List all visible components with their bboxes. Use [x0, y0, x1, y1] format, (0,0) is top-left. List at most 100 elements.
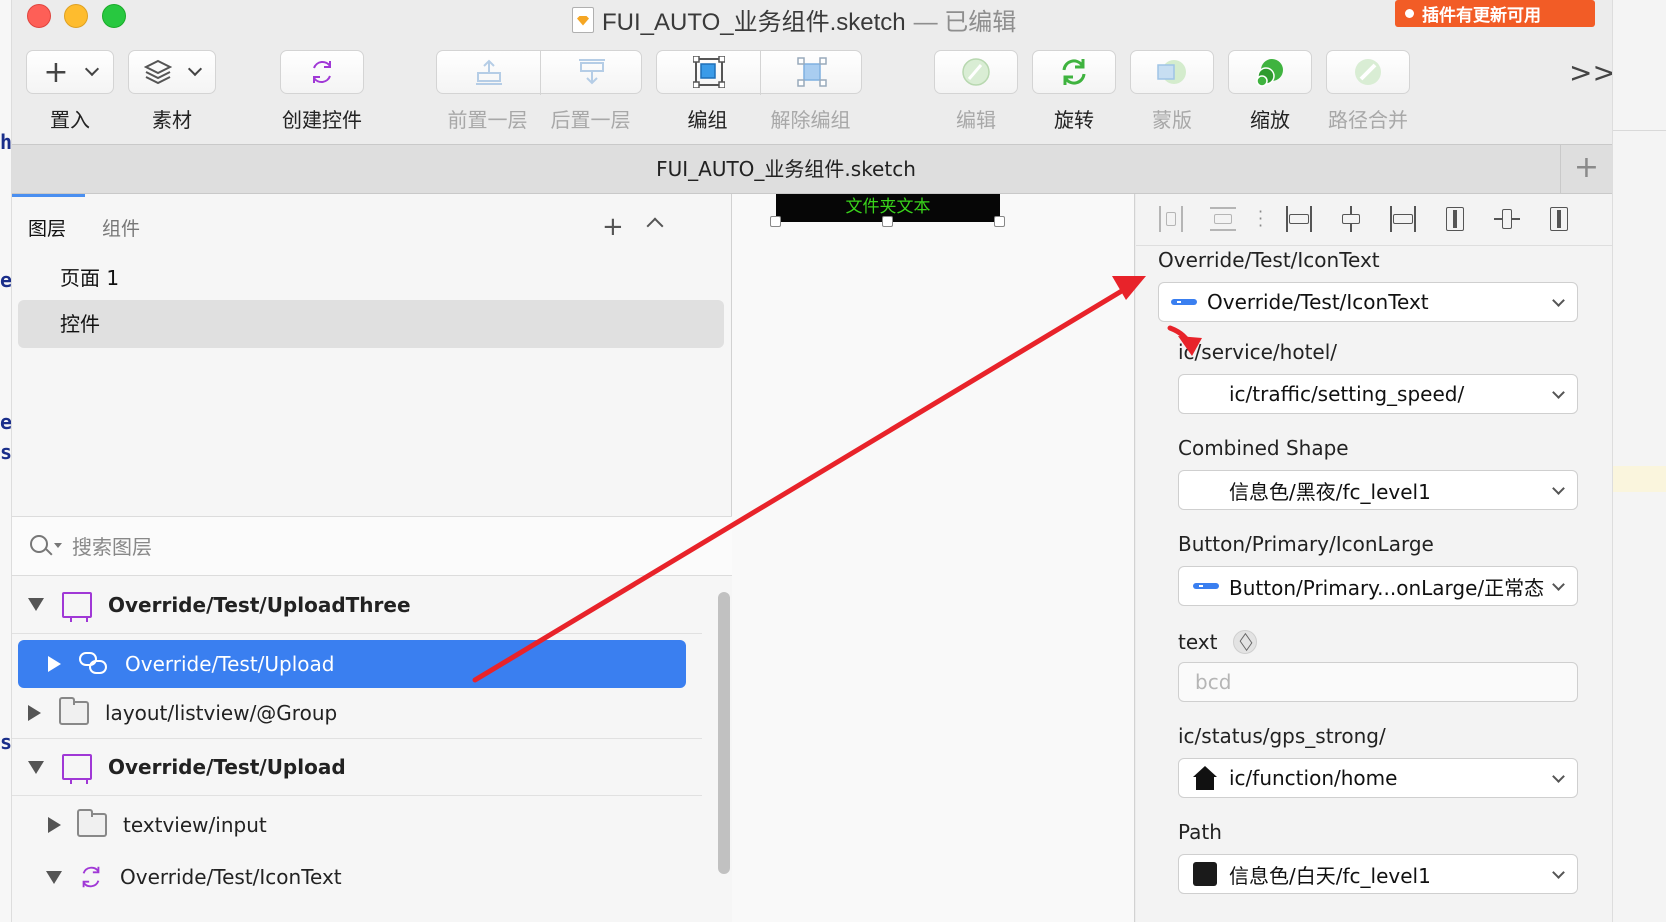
- ungroup-button[interactable]: [761, 51, 863, 93]
- mask-label: 蒙版: [1152, 108, 1192, 132]
- editor-glyph: s: [0, 730, 12, 754]
- search-icon[interactable]: [30, 535, 48, 553]
- align-vertical-center-icon[interactable]: [1494, 206, 1520, 232]
- override-label: Combined Shape: [1178, 436, 1349, 460]
- sketch-window: FUI_AUTO_业务组件.sketch — 已编辑 插件有更新可用 + 置入 …: [12, 0, 1612, 922]
- minimize-window-button[interactable]: [64, 4, 88, 28]
- background-editor-right: [1612, 0, 1666, 922]
- artboard-icon: [62, 754, 92, 784]
- override-select[interactable]: Button/Primary...onLarge/正常态: [1178, 566, 1578, 606]
- insert-button[interactable]: +: [26, 50, 114, 94]
- override-select[interactable]: 信息色/黑夜/fc_level1: [1178, 470, 1578, 510]
- layer-search-input[interactable]: [72, 531, 672, 563]
- align-top-icon[interactable]: [1442, 206, 1468, 232]
- scale-button[interactable]: [1228, 50, 1312, 94]
- symbol-chip-icon: [1171, 299, 1197, 305]
- override-value: Button/Primary...onLarge/正常态: [1229, 575, 1545, 600]
- send-backward-label: 后置一层: [550, 108, 631, 132]
- layer-name: textview/input: [123, 813, 267, 837]
- override-select[interactable]: ic/function/home: [1178, 758, 1578, 798]
- disclosure-closed-icon[interactable]: [28, 705, 41, 721]
- resize-handle[interactable]: [770, 216, 781, 227]
- layer-row-symbol[interactable]: Override/Test/IconText: [12, 852, 702, 902]
- override-label: text: [1178, 630, 1218, 654]
- document-tab[interactable]: FUI_AUTO_业务组件.sketch: [12, 145, 1560, 193]
- disclosure-open-icon[interactable]: [28, 598, 44, 611]
- more-options-icon[interactable]: · · ·: [1258, 204, 1263, 234]
- override-value: ic/function/home: [1229, 766, 1398, 790]
- override-label: Path: [1178, 820, 1222, 844]
- layer-row-artboard[interactable]: Override/Test/UploadThree: [12, 576, 702, 634]
- path-combine-button[interactable]: [1326, 50, 1410, 94]
- chevron-down-icon: [1552, 294, 1565, 307]
- layer-row-group[interactable]: layout/listview/@Group: [12, 688, 702, 738]
- disclosure-open-icon[interactable]: [28, 760, 44, 774]
- chevron-down-icon: [1552, 770, 1565, 783]
- tab-layers[interactable]: 图层: [28, 214, 66, 241]
- distribute-vertical-icon[interactable]: [1210, 206, 1236, 232]
- mask-button[interactable]: [1130, 50, 1214, 94]
- create-symbol-button[interactable]: [280, 50, 364, 94]
- symbol-master-value: Override/Test/IconText: [1207, 290, 1429, 314]
- canvas[interactable]: 文件夹文本: [732, 194, 1135, 922]
- color-swatch: [1193, 862, 1217, 886]
- bring-forward-label: 前置一层: [447, 108, 528, 132]
- disclosure-closed-icon[interactable]: [48, 817, 61, 833]
- override-select[interactable]: 信息色/白天/fc_level1: [1178, 854, 1578, 894]
- override-label: ic/status/gps_strong/: [1178, 724, 1386, 748]
- distribute-horizontal-icon[interactable]: [1158, 206, 1184, 232]
- disclosure-open-icon[interactable]: [46, 870, 62, 884]
- group-button[interactable]: [657, 51, 760, 93]
- plus-icon: +: [43, 54, 69, 90]
- layer-row-group[interactable]: textview/input: [12, 798, 702, 852]
- override-value: ic/traffic/setting_speed/: [1229, 382, 1465, 406]
- window-edited-status: — 已编辑: [913, 9, 1017, 36]
- editor-glyph: s: [0, 440, 12, 464]
- arrange-segment: [436, 50, 643, 95]
- zoom-window-button[interactable]: [102, 4, 126, 28]
- page-item-selected[interactable]: 控件: [18, 300, 724, 348]
- toolbar-overflow-icon[interactable]: >>: [1569, 56, 1612, 89]
- align-right-icon[interactable]: [1390, 206, 1416, 232]
- chevron-down-icon: [84, 61, 99, 77]
- resize-handle[interactable]: [882, 216, 893, 227]
- resize-handle[interactable]: [994, 216, 1005, 227]
- layer-row-selected[interactable]: Override/Test/Upload: [18, 640, 686, 688]
- chevron-down-icon: [187, 61, 203, 77]
- add-tab-button[interactable]: +: [1560, 145, 1612, 193]
- rotate-button[interactable]: [1032, 50, 1116, 94]
- layer-row-artboard[interactable]: Override/Test/Upload: [12, 738, 702, 796]
- search-options-caret-icon[interactable]: [54, 543, 62, 548]
- tab-components[interactable]: 组件: [102, 214, 140, 241]
- edit-button[interactable]: [934, 50, 1018, 94]
- editor-glyph: h: [0, 130, 12, 154]
- override-select[interactable]: ic/traffic/setting_speed/: [1178, 374, 1578, 414]
- add-page-icon[interactable]: +: [602, 212, 624, 242]
- override-text-input[interactable]: [1178, 662, 1578, 702]
- assets-button[interactable]: [128, 50, 216, 94]
- align-horizontal-center-icon[interactable]: [1338, 206, 1364, 232]
- override-value: 信息色/黑夜/fc_level1: [1229, 479, 1431, 504]
- ungroup-icon: [797, 57, 827, 87]
- plugin-update-badge[interactable]: 插件有更新可用: [1395, 0, 1595, 27]
- collapse-pages-icon[interactable]: [646, 217, 664, 235]
- send-backward-icon: [579, 59, 605, 85]
- symbol-master-select[interactable]: Override/Test/IconText: [1158, 282, 1578, 322]
- group-label: 编组: [687, 108, 728, 132]
- align-left-icon[interactable]: [1286, 206, 1312, 232]
- window-title: FUI_AUTO_业务组件.sketch — 已编辑: [572, 2, 1016, 37]
- page-item[interactable]: 页面 1: [18, 254, 724, 302]
- alignment-toolbar: · · ·: [1136, 194, 1612, 246]
- align-bottom-icon[interactable]: [1546, 206, 1572, 232]
- symbol-sync-icon: [78, 864, 104, 890]
- layer-list-scroll-thumb[interactable]: [718, 592, 730, 874]
- artboard-icon: [62, 591, 92, 622]
- scale-icon: [1256, 59, 1283, 87]
- text-style-icon[interactable]: [1233, 630, 1257, 654]
- close-window-button[interactable]: [27, 4, 51, 28]
- disclosure-closed-icon[interactable]: [48, 656, 61, 672]
- send-backward-button[interactable]: [541, 51, 643, 93]
- bring-forward-button[interactable]: [437, 51, 540, 93]
- rotate-label: 旋转: [1054, 108, 1094, 132]
- path-combine-icon: [1355, 59, 1381, 85]
